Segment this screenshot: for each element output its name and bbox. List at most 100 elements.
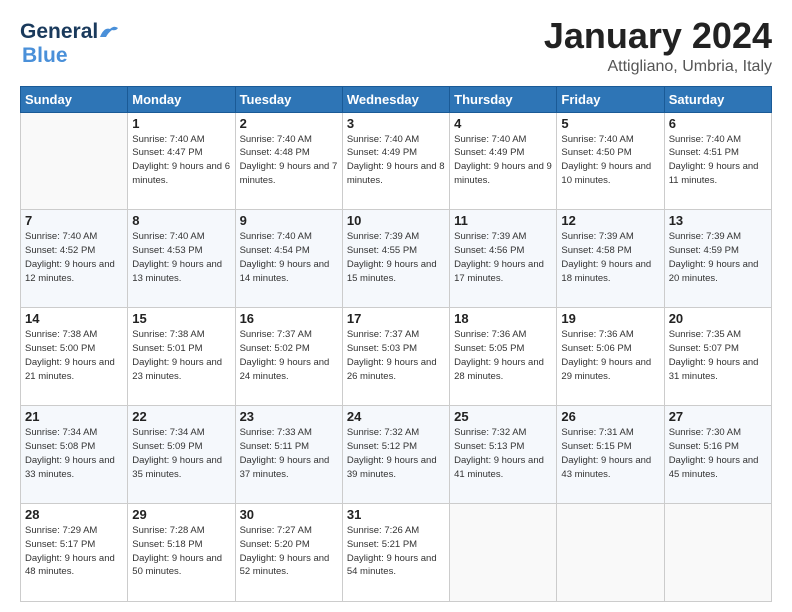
day-number: 2: [240, 116, 338, 131]
day-number: 25: [454, 409, 552, 424]
calendar-cell: [450, 504, 557, 602]
day-info: Sunrise: 7:37 AM Sunset: 5:03 PM Dayligh…: [347, 328, 445, 383]
calendar-cell: 29 Sunrise: 7:28 AM Sunset: 5:18 PM Dayli…: [128, 504, 235, 602]
day-number: 26: [561, 409, 659, 424]
col-friday: Friday: [557, 86, 664, 112]
day-number: 23: [240, 409, 338, 424]
day-number: 22: [132, 409, 230, 424]
calendar-week-4: 21Sunrise: 7:34 AM Sunset: 5:08 PM Dayli…: [21, 406, 772, 504]
calendar-cell: 14Sunrise: 7:38 AM Sunset: 5:00 PM Dayli…: [21, 308, 128, 406]
day-info: Sunrise: 7:32 AM Sunset: 5:13 PM Dayligh…: [454, 426, 552, 481]
calendar-cell: 8 Sunrise: 7:40 AM Sunset: 4:53 PM Daylig…: [128, 210, 235, 308]
day-info: Sunrise: 7:40 AM Sunset: 4:49 PM Dayligh…: [347, 133, 445, 188]
location-subtitle: Attigliano, Umbria, Italy: [544, 58, 772, 76]
day-info: Sunrise: 7:34 AM Sunset: 5:08 PM Dayligh…: [25, 426, 123, 481]
day-number: 16: [240, 311, 338, 326]
calendar-cell: 15 Sunrise: 7:38 AM Sunset: 5:01 PM Dayli…: [128, 308, 235, 406]
calendar-cell: 27 Sunrise: 7:30 AM Sunset: 5:16 PM Dayli…: [664, 406, 771, 504]
day-info: Sunrise: 7:39 AM Sunset: 4:58 PM Dayligh…: [561, 230, 659, 285]
day-number: 4: [454, 116, 552, 131]
day-number: 7: [25, 213, 123, 228]
day-info: Sunrise: 7:33 AM Sunset: 5:11 PM Dayligh…: [240, 426, 338, 481]
day-info: Sunrise: 7:40 AM Sunset: 4:53 PM Dayligh…: [132, 230, 230, 285]
calendar-cell: 10Sunrise: 7:39 AM Sunset: 4:55 PM Dayli…: [342, 210, 449, 308]
day-number: 13: [669, 213, 767, 228]
day-info: Sunrise: 7:34 AM Sunset: 5:09 PM Dayligh…: [132, 426, 230, 481]
day-info: Sunrise: 7:30 AM Sunset: 5:16 PM Dayligh…: [669, 426, 767, 481]
day-info: Sunrise: 7:26 AM Sunset: 5:21 PM Dayligh…: [347, 524, 445, 579]
page: General Blue January 2024 Attigliano, Um…: [0, 0, 792, 612]
calendar-cell: 18 Sunrise: 7:36 AM Sunset: 5:05 PM Dayli…: [450, 308, 557, 406]
logo-bird-icon: [98, 23, 120, 41]
calendar-cell: 21Sunrise: 7:34 AM Sunset: 5:08 PM Dayli…: [21, 406, 128, 504]
calendar-cell: 5Sunrise: 7:40 AM Sunset: 4:50 PM Daylig…: [557, 112, 664, 210]
day-info: Sunrise: 7:40 AM Sunset: 4:48 PM Dayligh…: [240, 133, 338, 188]
day-number: 14: [25, 311, 123, 326]
calendar-cell: 23 Sunrise: 7:33 AM Sunset: 5:11 PM Dayli…: [235, 406, 342, 504]
calendar-week-3: 14Sunrise: 7:38 AM Sunset: 5:00 PM Dayli…: [21, 308, 772, 406]
calendar-cell: 13 Sunrise: 7:39 AM Sunset: 4:59 PM Dayli…: [664, 210, 771, 308]
day-number: 8: [132, 213, 230, 228]
calendar-cell: [664, 504, 771, 602]
calendar-cell: 24Sunrise: 7:32 AM Sunset: 5:12 PM Dayli…: [342, 406, 449, 504]
col-sunday: Sunday: [21, 86, 128, 112]
day-info: Sunrise: 7:37 AM Sunset: 5:02 PM Dayligh…: [240, 328, 338, 383]
day-info: Sunrise: 7:39 AM Sunset: 4:56 PM Dayligh…: [454, 230, 552, 285]
day-info: Sunrise: 7:35 AM Sunset: 5:07 PM Dayligh…: [669, 328, 767, 383]
day-number: 24: [347, 409, 445, 424]
day-info: Sunrise: 7:31 AM Sunset: 5:15 PM Dayligh…: [561, 426, 659, 481]
col-tuesday: Tuesday: [235, 86, 342, 112]
day-number: 1: [132, 116, 230, 131]
calendar-week-2: 7 Sunrise: 7:40 AM Sunset: 4:52 PM Daylig…: [21, 210, 772, 308]
day-number: 18: [454, 311, 552, 326]
day-info: Sunrise: 7:36 AM Sunset: 5:05 PM Dayligh…: [454, 328, 552, 383]
day-number: 17: [347, 311, 445, 326]
calendar-cell: 4 Sunrise: 7:40 AM Sunset: 4:49 PM Daylig…: [450, 112, 557, 210]
title-section: January 2024 Attigliano, Umbria, Italy: [544, 16, 772, 76]
day-number: 31: [347, 507, 445, 522]
calendar-cell: 2 Sunrise: 7:40 AM Sunset: 4:48 PM Daylig…: [235, 112, 342, 210]
day-number: 10: [347, 213, 445, 228]
day-number: 5: [561, 116, 659, 131]
day-number: 15: [132, 311, 230, 326]
day-number: 29: [132, 507, 230, 522]
header: General Blue January 2024 Attigliano, Um…: [20, 16, 772, 76]
calendar-cell: 17 Sunrise: 7:37 AM Sunset: 5:03 PM Dayli…: [342, 308, 449, 406]
day-info: Sunrise: 7:40 AM Sunset: 4:49 PM Dayligh…: [454, 133, 552, 188]
calendar-cell: 19Sunrise: 7:36 AM Sunset: 5:06 PM Dayli…: [557, 308, 664, 406]
day-number: 11: [454, 213, 552, 228]
calendar-cell: 9Sunrise: 7:40 AM Sunset: 4:54 PM Daylig…: [235, 210, 342, 308]
calendar-cell: 30Sunrise: 7:27 AM Sunset: 5:20 PM Dayli…: [235, 504, 342, 602]
calendar-week-1: 1Sunrise: 7:40 AM Sunset: 4:47 PM Daylig…: [21, 112, 772, 210]
month-title: January 2024: [544, 16, 772, 56]
day-info: Sunrise: 7:36 AM Sunset: 5:06 PM Dayligh…: [561, 328, 659, 383]
calendar-cell: 16 Sunrise: 7:37 AM Sunset: 5:02 PM Dayli…: [235, 308, 342, 406]
calendar-cell: 28Sunrise: 7:29 AM Sunset: 5:17 PM Dayli…: [21, 504, 128, 602]
day-number: 27: [669, 409, 767, 424]
day-info: Sunrise: 7:40 AM Sunset: 4:51 PM Dayligh…: [669, 133, 767, 188]
day-number: 3: [347, 116, 445, 131]
day-info: Sunrise: 7:40 AM Sunset: 4:52 PM Dayligh…: [25, 230, 123, 285]
logo-text-general: General: [20, 20, 98, 44]
calendar-cell: [557, 504, 664, 602]
day-info: Sunrise: 7:28 AM Sunset: 5:18 PM Dayligh…: [132, 524, 230, 579]
day-info: Sunrise: 7:40 AM Sunset: 4:54 PM Dayligh…: [240, 230, 338, 285]
col-saturday: Saturday: [664, 86, 771, 112]
day-number: 20: [669, 311, 767, 326]
col-wednesday: Wednesday: [342, 86, 449, 112]
day-info: Sunrise: 7:29 AM Sunset: 5:17 PM Dayligh…: [25, 524, 123, 579]
calendar-cell: 7 Sunrise: 7:40 AM Sunset: 4:52 PM Daylig…: [21, 210, 128, 308]
calendar-cell: 22 Sunrise: 7:34 AM Sunset: 5:09 PM Dayli…: [128, 406, 235, 504]
day-number: 30: [240, 507, 338, 522]
day-info: Sunrise: 7:39 AM Sunset: 4:59 PM Dayligh…: [669, 230, 767, 285]
calendar-cell: 31 Sunrise: 7:26 AM Sunset: 5:21 PM Dayli…: [342, 504, 449, 602]
calendar-cell: 11 Sunrise: 7:39 AM Sunset: 4:56 PM Dayli…: [450, 210, 557, 308]
col-monday: Monday: [128, 86, 235, 112]
calendar-cell: 3 Sunrise: 7:40 AM Sunset: 4:49 PM Daylig…: [342, 112, 449, 210]
calendar-table: Sunday Monday Tuesday Wednesday Thursday…: [20, 86, 772, 602]
day-number: 12: [561, 213, 659, 228]
calendar-header-row: Sunday Monday Tuesday Wednesday Thursday…: [21, 86, 772, 112]
calendar-cell: 25 Sunrise: 7:32 AM Sunset: 5:13 PM Dayli…: [450, 406, 557, 504]
calendar-cell: 12 Sunrise: 7:39 AM Sunset: 4:58 PM Dayli…: [557, 210, 664, 308]
day-info: Sunrise: 7:38 AM Sunset: 5:01 PM Dayligh…: [132, 328, 230, 383]
